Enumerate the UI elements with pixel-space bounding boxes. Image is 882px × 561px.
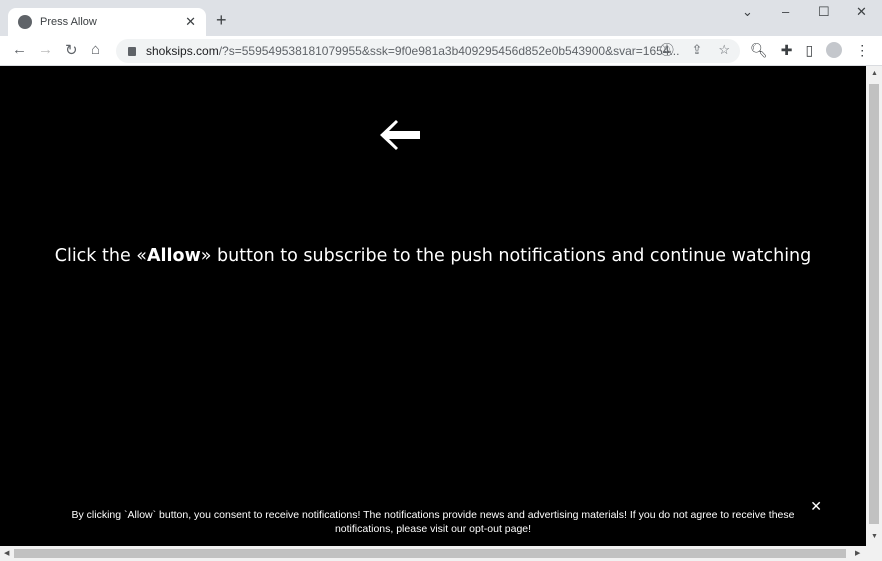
scroll-right-arrow-icon[interactable]: ▶	[855, 549, 860, 557]
arrow-left-icon	[380, 120, 420, 150]
window-close-button[interactable]: ✕	[856, 4, 867, 20]
share-icon[interactable]: ⇪	[691, 42, 702, 58]
horizontal-scroll-thumb[interactable]	[14, 549, 846, 558]
consent-banner: By clicking `Allow` button, you consent …	[0, 508, 866, 536]
address-bar[interactable]: shoksips.com/?s=559549538181079955&ssk=9…	[116, 39, 740, 63]
notifications-blocked-icon[interactable]: 🔕︎	[659, 42, 676, 58]
headline-allow: Allow	[147, 246, 201, 266]
toolbar: ← → ↻ ⌂ shoksips.com/?s=5595495381810799…	[0, 36, 882, 66]
search-icon[interactable]: 🔍︎	[750, 42, 768, 59]
vertical-scrollbar[interactable]: ▲ ▼	[866, 66, 882, 546]
horizontal-scrollbar[interactable]: ◀ ▶	[0, 546, 882, 561]
banner-text: By clicking `Allow` button, you consent …	[71, 509, 795, 535]
url-host: shoksips.com	[146, 44, 219, 58]
banner-text-end: !	[528, 523, 532, 535]
page-content: Click the «Allow» button to subscribe to…	[0, 66, 866, 546]
tab-title: Press Allow	[40, 16, 97, 28]
bookmark-star-icon[interactable]: ☆	[718, 42, 730, 58]
profile-avatar[interactable]	[826, 42, 843, 58]
forward-button[interactable]: →	[38, 41, 53, 58]
extensions-puzzle-icon[interactable]: ✚	[781, 42, 793, 59]
lock-icon	[128, 46, 136, 56]
tab-close-icon[interactable]: ✕	[185, 14, 196, 30]
url-path: /?s=559549538181079955&ssk=9f0e981a3b409…	[218, 44, 680, 58]
globe-icon	[18, 15, 32, 29]
headline: Click the «Allow» button to subscribe to…	[0, 246, 866, 266]
vertical-scroll-thumb[interactable]	[869, 84, 879, 524]
back-button[interactable]: ←	[12, 41, 27, 58]
headline-text-end: » button to subscribe to the push notifi…	[200, 246, 812, 266]
scroll-down-arrow-icon[interactable]: ▼	[871, 533, 878, 540]
tab-bar: Press Allow ✕ + ⌄ – ☐ ✕	[0, 0, 882, 36]
minimize-button[interactable]: –	[782, 4, 789, 19]
tab-search-button[interactable]: ⌄	[742, 4, 753, 20]
scroll-left-arrow-icon[interactable]: ◀	[4, 549, 9, 557]
tab-press-allow[interactable]: Press Allow ✕	[8, 8, 206, 36]
scroll-up-arrow-icon[interactable]: ▲	[871, 70, 878, 77]
side-panel-icon[interactable]: ▯	[806, 42, 814, 59]
maximize-button[interactable]: ☐	[818, 4, 830, 20]
menu-kebab-icon[interactable]: ⋮	[855, 42, 869, 59]
opt-out-link[interactable]: opt-out page	[469, 523, 528, 535]
reload-button[interactable]: ↻	[65, 41, 78, 59]
home-button[interactable]: ⌂	[91, 41, 100, 58]
new-tab-button[interactable]: +	[216, 10, 227, 31]
headline-text: Click the «	[54, 246, 147, 266]
